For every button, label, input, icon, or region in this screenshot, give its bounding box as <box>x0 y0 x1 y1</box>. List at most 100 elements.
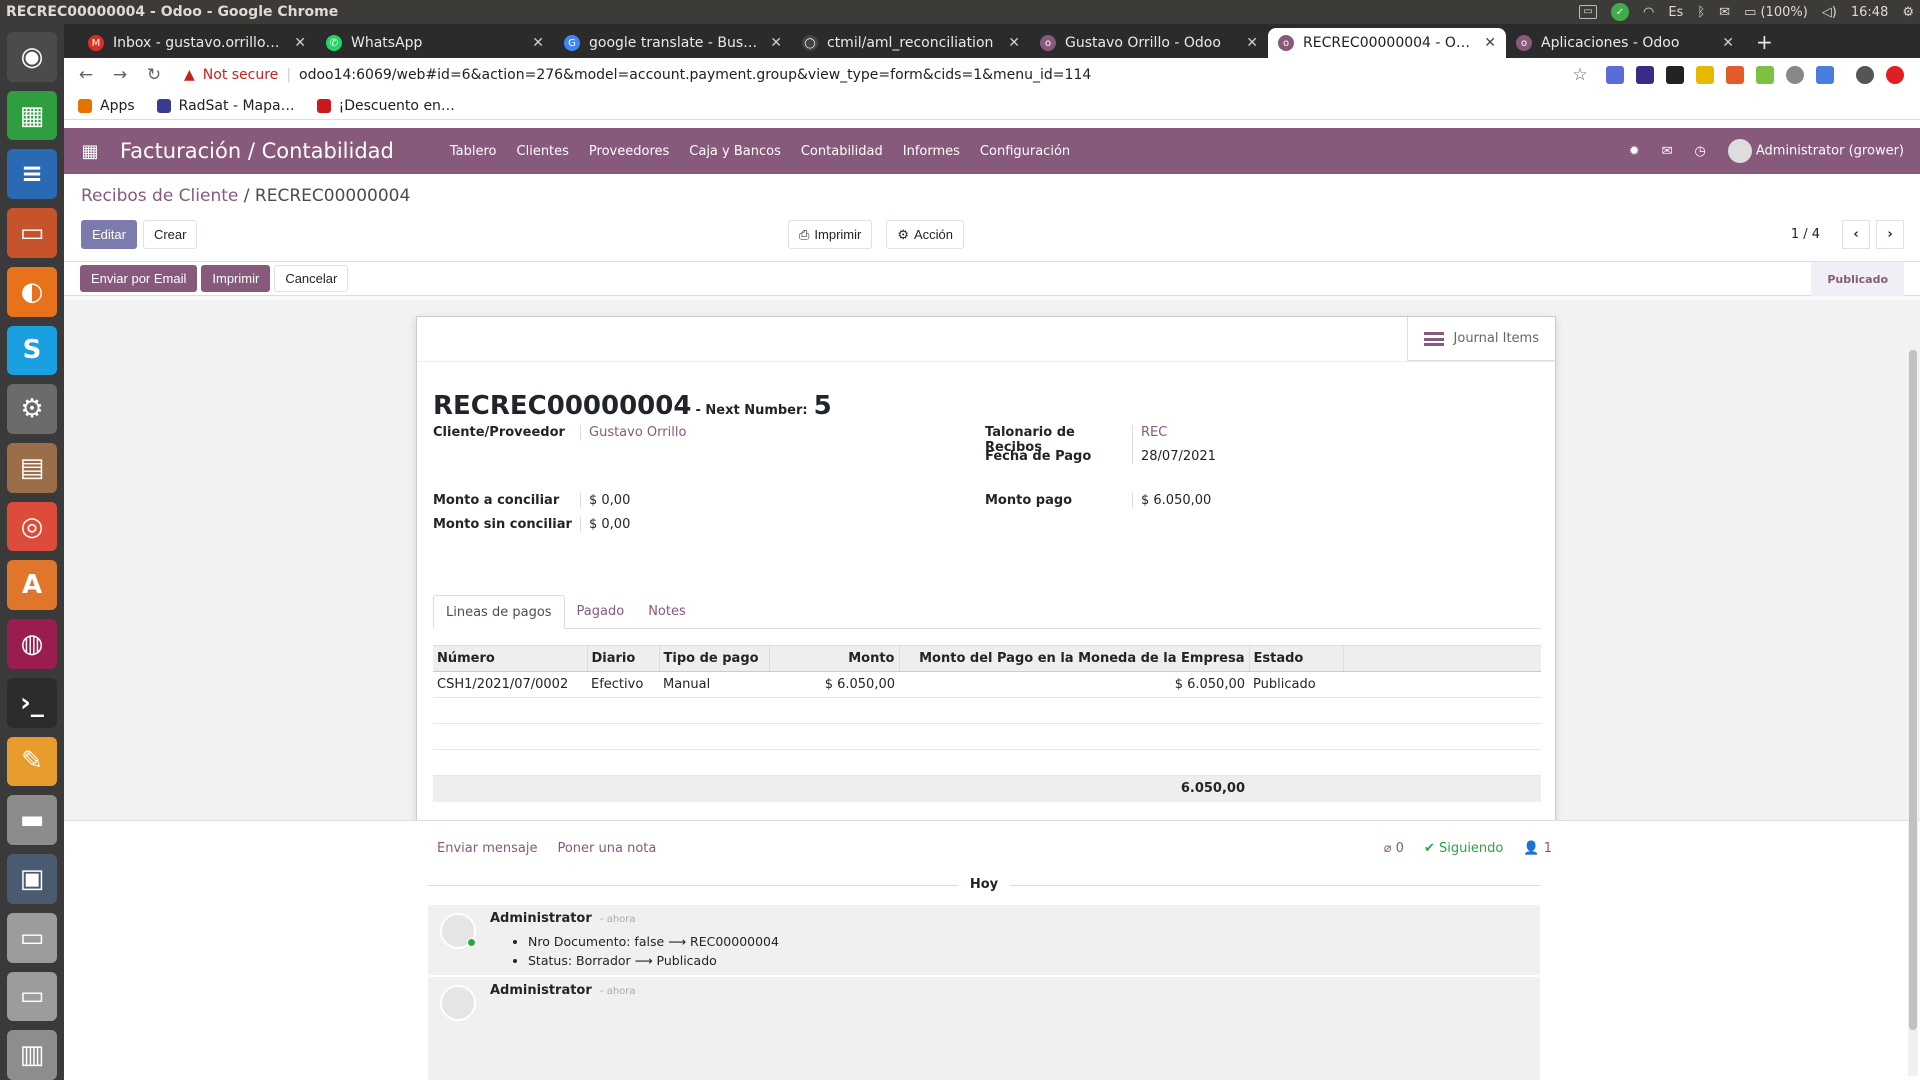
terminal-icon[interactable]: ›_ <box>7 677 57 728</box>
archive-icon[interactable]: ▤ <box>7 443 57 493</box>
menu-item[interactable]: Proveedores <box>589 144 669 159</box>
back-icon[interactable]: ← <box>72 65 100 85</box>
extension-icon-6[interactable] <box>1756 66 1774 84</box>
log-note-button[interactable]: Poner una nota <box>557 841 656 856</box>
new-tab-icon[interactable]: + <box>1744 30 1785 58</box>
tab-notes[interactable]: Notes <box>636 595 698 628</box>
tab-payment-lines[interactable]: Lineas de pagos <box>433 595 565 629</box>
journal-items-button[interactable]: Journal Items <box>1406 317 1555 361</box>
column-header-number[interactable]: Número <box>433 645 588 672</box>
menu-item[interactable]: Configuración <box>980 144 1070 159</box>
tab-close-icon[interactable]: ✕ <box>532 35 544 51</box>
tab-paid[interactable]: Pagado <box>565 595 637 628</box>
omnibox[interactable]: ▲ Not secure | odoo14:6069/web#id=6&acti… <box>174 61 1560 89</box>
browser-tab-active[interactable]: o RECREC00000004 - Odoo ✕ <box>1268 28 1506 58</box>
disc-icon[interactable]: ◍ <box>7 619 57 669</box>
pager-previous-icon[interactable]: ‹ <box>1842 220 1870 249</box>
drive-status-icon[interactable]: ▭ <box>1579 5 1597 19</box>
extension-icon-4[interactable] <box>1696 66 1714 84</box>
drive-icon-2[interactable]: ▭ <box>7 971 57 1022</box>
bookmark-item[interactable]: RadSat - Mapa… <box>156 98 295 114</box>
column-header-payment-type[interactable]: Tipo de pago <box>659 645 770 672</box>
scanner-icon[interactable]: ▬ <box>7 795 57 846</box>
debug-bug-icon[interactable]: ✹ <box>1629 144 1640 159</box>
spreadsheet-icon[interactable]: ▦ <box>7 90 57 141</box>
column-header-journal[interactable]: Diario <box>587 645 660 672</box>
url-text[interactable]: odoo14:6069/web#id=6&action=276&model=ac… <box>299 67 1091 83</box>
tab-close-icon[interactable]: ✕ <box>1246 35 1258 51</box>
browser-tab[interactable]: ◯ ctmil/aml_reconciliation ✕ <box>792 28 1030 58</box>
tab-close-icon[interactable]: ✕ <box>1484 35 1496 51</box>
partner-value[interactable]: Gustavo Orrillo <box>581 425 686 440</box>
system-gear-icon[interactable]: ⚙ <box>1902 5 1914 20</box>
menu-item[interactable]: Informes <box>903 144 960 159</box>
keyboard-layout[interactable]: Es <box>1668 5 1683 20</box>
apps-menu-icon[interactable]: ▦ <box>72 141 108 162</box>
extension-icon-2[interactable] <box>1636 66 1654 84</box>
cancel-button[interactable]: Cancelar <box>274 265 349 292</box>
sync-ok-icon[interactable]: ✓ <box>1611 3 1629 21</box>
menu-item[interactable]: Contabilidad <box>801 144 883 159</box>
ubuntu-logo-icon[interactable]: ◉ <box>7 32 57 82</box>
presentation-icon[interactable]: ▭ <box>7 208 57 258</box>
software-center-icon[interactable]: A <box>7 560 57 611</box>
column-header-state[interactable]: Estado <box>1249 645 1344 672</box>
message-author[interactable]: Administrator <box>490 983 592 998</box>
author-avatar[interactable] <box>440 985 476 1021</box>
firefox-icon[interactable]: ◐ <box>7 266 57 317</box>
browser-tab[interactable]: o Gustavo Orrillo - Odoo ✕ <box>1030 28 1268 58</box>
message-author[interactable]: Administrator <box>490 911 592 926</box>
extension-icon-5[interactable] <box>1726 66 1744 84</box>
settings-icon[interactable]: ⚙ <box>7 384 57 435</box>
breadcrumb-parent[interactable]: Recibos de Cliente <box>81 186 238 206</box>
extension-icon-1[interactable] <box>1606 66 1624 84</box>
column-header-company-amount[interactable]: Monto del Pago en la Moneda de la Empres… <box>899 645 1250 672</box>
battery-indicator[interactable]: ▭ (100%) <box>1744 5 1808 20</box>
activity-clock-icon[interactable]: ◷ <box>1695 144 1706 159</box>
tab-close-icon[interactable]: ✕ <box>1722 35 1734 51</box>
clock[interactable]: 16:48 <box>1851 5 1888 20</box>
followers-button[interactable]: 👤 1 <box>1523 841 1552 856</box>
browser-tab[interactable]: M Inbox - gustavo.orrillo@g ✕ <box>78 28 316 58</box>
browser-tab[interactable]: o Aplicaciones - Odoo ✕ <box>1506 28 1744 58</box>
reload-icon[interactable]: ↻ <box>140 65 168 85</box>
not-secure-label[interactable]: Not secure <box>203 67 279 83</box>
profile-icon[interactable] <box>1856 66 1874 84</box>
action-dropdown-button[interactable]: ⚙ Acción <box>886 220 965 249</box>
trash-icon[interactable]: ▥ <box>7 1030 57 1080</box>
table-row[interactable]: CSH1/2021/07/0002 Efectivo Manual $ 6.05… <box>433 671 1541 698</box>
skype-icon[interactable]: S <box>7 325 57 376</box>
messaging-icon[interactable]: ✉ <box>1662 144 1673 159</box>
column-header-amount[interactable]: Monto <box>769 645 900 672</box>
pager-next-icon[interactable]: › <box>1876 220 1904 249</box>
document-icon[interactable]: ≡ <box>7 149 57 200</box>
extension-icon-8[interactable] <box>1816 66 1834 84</box>
chrome-icon[interactable]: ◎ <box>7 501 57 552</box>
menu-item[interactable]: Clientes <box>517 144 569 159</box>
browser-tab[interactable]: ✆ WhatsApp ✕ <box>316 28 554 58</box>
send-message-button[interactable]: Enviar mensaje <box>437 841 537 856</box>
create-button[interactable]: Crear <box>142 220 198 249</box>
drive-icon[interactable]: ▭ <box>7 912 57 963</box>
tab-close-icon[interactable]: ✕ <box>770 35 782 51</box>
workspace-icon[interactable]: ▣ <box>7 854 57 904</box>
wifi-icon[interactable]: ◠ <box>1643 5 1654 20</box>
edit-button[interactable]: Editar <box>81 220 137 249</box>
browser-tab[interactable]: Ggoogle translate - Buscar ✕ <box>554 28 792 58</box>
volume-icon[interactable]: ◁) <box>1822 5 1837 20</box>
print-dropdown-button[interactable]: ⎙ Imprimir <box>788 220 873 249</box>
extension-icon-3[interactable] <box>1666 66 1684 84</box>
app-title[interactable]: Facturación / Contabilidad <box>120 139 394 163</box>
mail-icon[interactable]: ✉ <box>1719 5 1730 20</box>
send-email-button[interactable]: Enviar por Email <box>80 265 198 292</box>
following-button[interactable]: ✔ Siguiendo <box>1424 841 1503 856</box>
user-menu[interactable]: Administrator (grower) <box>1727 139 1904 163</box>
tab-close-icon[interactable]: ✕ <box>1008 35 1020 51</box>
content-scrollbar[interactable] <box>1908 346 1918 1076</box>
bookmark-item[interactable]: Apps <box>78 98 135 114</box>
extension-icon-7[interactable] <box>1786 66 1804 84</box>
print-button[interactable]: Imprimir <box>201 265 271 292</box>
bookmark-star-icon[interactable]: ☆ <box>1566 65 1594 85</box>
bluetooth-icon[interactable]: ᛒ <box>1697 5 1705 20</box>
menu-item[interactable]: Tablero <box>450 144 497 159</box>
